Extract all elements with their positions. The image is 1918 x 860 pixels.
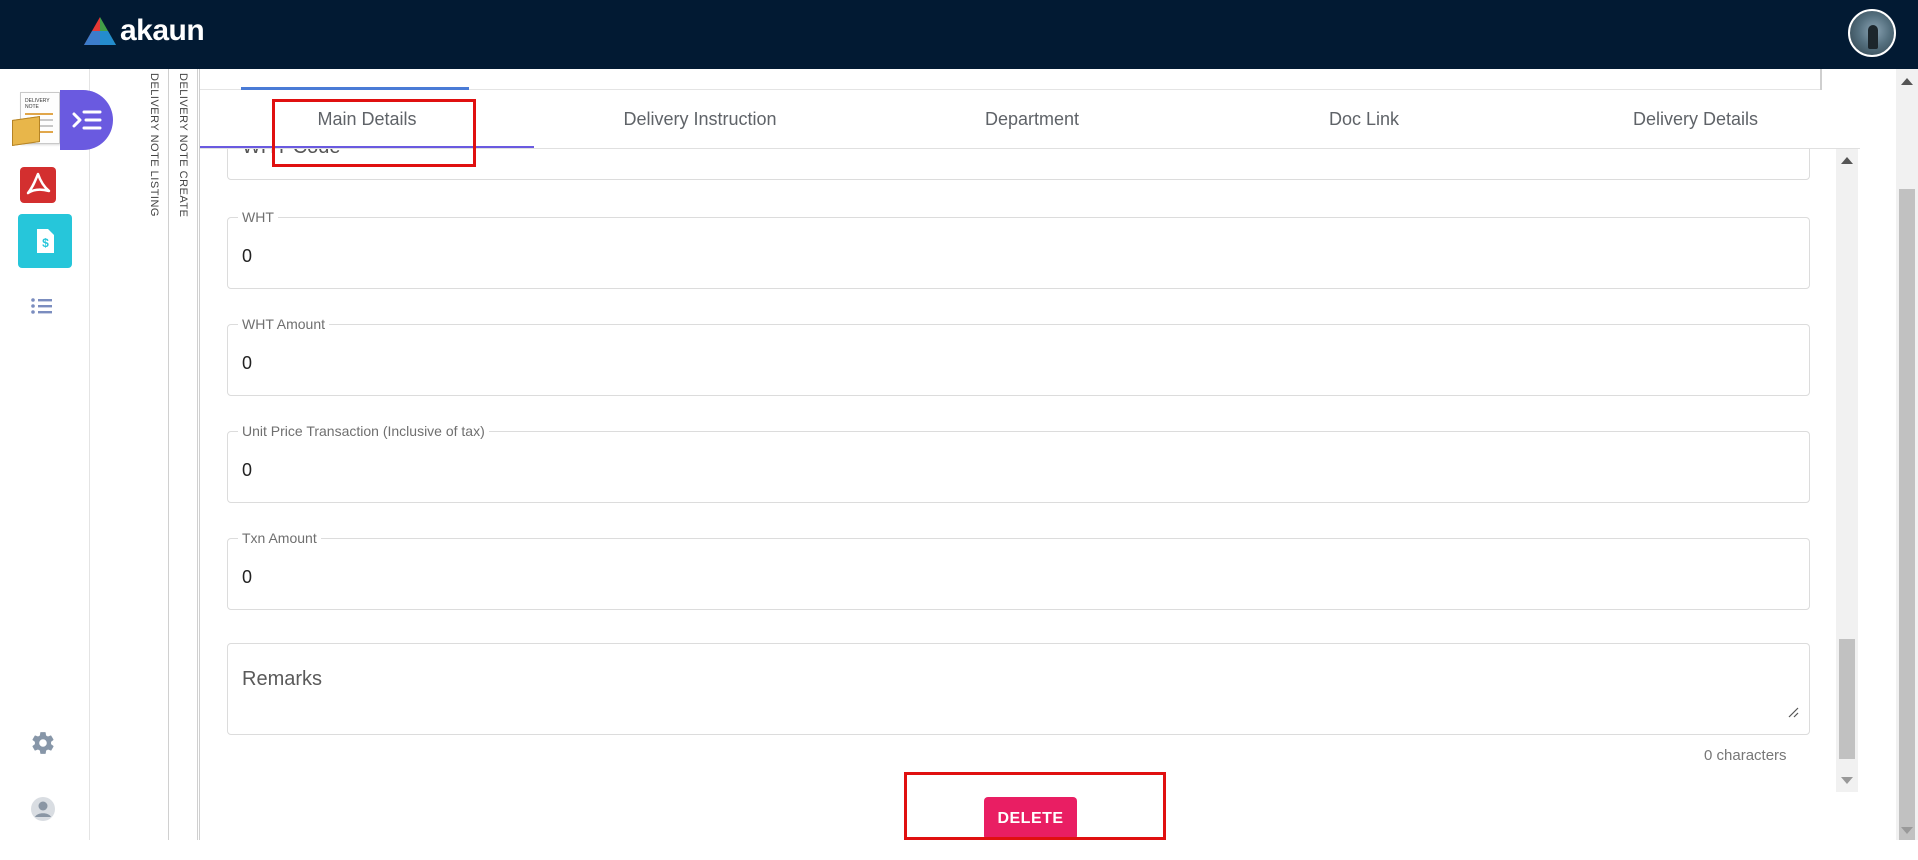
main-details-highlight-box xyxy=(272,99,476,167)
page-scrollbar-thumb[interactable] xyxy=(1899,189,1915,840)
main-panel: Main Details Delivery Instruction Depart… xyxy=(199,69,1860,840)
field-value: 0 xyxy=(242,567,253,587)
remarks-textarea[interactable]: Remarks xyxy=(227,643,1810,735)
sidenav-toggle-button[interactable] xyxy=(60,90,113,150)
field-value: 0 xyxy=(242,246,253,266)
field-value: 0 xyxy=(242,460,253,480)
tab-delivery-note-create[interactable]: DELIVERY NOTE CREATE xyxy=(170,69,198,840)
tab-doc-link[interactable]: Doc Link xyxy=(1198,90,1530,149)
pdf-app-icon[interactable] xyxy=(20,167,56,203)
list-icon[interactable] xyxy=(30,296,54,316)
top-bar: akaun xyxy=(0,0,1918,69)
tab-delivery-details[interactable]: Delivery Details xyxy=(1530,90,1861,149)
tab-label: Delivery Instruction xyxy=(623,109,777,129)
field-value: 0 xyxy=(242,353,253,373)
field-label: Unit Price Transaction (Inclusive of tax… xyxy=(238,423,489,439)
form-scrollbar-thumb[interactable] xyxy=(1839,639,1855,759)
tab-delivery-instruction[interactable]: Delivery Instruction xyxy=(534,90,866,149)
vertical-tab-label: DELIVERY NOTE LISTING xyxy=(148,73,160,217)
resize-grip-icon[interactable] xyxy=(1787,706,1799,718)
billing-app-icon[interactable]: $ xyxy=(18,214,72,268)
remarks-placeholder: Remarks xyxy=(242,668,323,690)
delete-highlight-box xyxy=(904,772,1166,840)
upper-tab-strip xyxy=(200,69,1820,90)
tab-department[interactable]: Department xyxy=(866,90,1198,149)
wht-field[interactable]: WHT 0 xyxy=(227,209,1810,289)
vertical-tab-label: DELIVERY NOTE CREATE xyxy=(177,73,189,218)
svg-text:$: $ xyxy=(42,236,49,250)
form-content: WHT Code WHT 0 WHT Amount 0 Unit Price T… xyxy=(200,149,1836,860)
dollar-document-icon: $ xyxy=(37,229,54,253)
akaun-logo-icon xyxy=(84,17,116,45)
form-scrollbar[interactable] xyxy=(1836,149,1858,792)
akaun-logo[interactable]: akaun xyxy=(84,14,205,47)
delivery-note-app-icon[interactable]: DELIVERY NOTE xyxy=(12,92,60,148)
user-account-icon[interactable] xyxy=(30,796,56,822)
settings-gear-icon[interactable] xyxy=(30,730,56,756)
tab-label: Doc Link xyxy=(1328,109,1400,129)
field-label: WHT xyxy=(238,209,278,225)
acrobat-icon xyxy=(26,172,51,195)
wht-amount-field[interactable]: WHT Amount 0 xyxy=(227,316,1810,396)
tab-label: Delivery Details xyxy=(1632,109,1759,129)
upper-strip-separator xyxy=(1820,69,1822,90)
unit-price-transaction-field[interactable]: Unit Price Transaction (Inclusive of tax… xyxy=(227,423,1810,503)
character-counter: 0 characters xyxy=(1704,747,1787,764)
field-label: WHT Amount xyxy=(238,316,329,332)
user-avatar[interactable] xyxy=(1848,9,1896,57)
tab-delivery-note-listing[interactable]: DELIVERY NOTE LISTING xyxy=(141,69,169,840)
page-scrollbar[interactable] xyxy=(1896,69,1918,840)
txn-amount-field[interactable]: Txn Amount 0 xyxy=(227,530,1810,610)
field-label: Txn Amount xyxy=(238,530,321,546)
tab-label: Department xyxy=(984,109,1080,129)
app-name: akaun xyxy=(120,14,205,47)
sidenav-toggle-icon xyxy=(72,110,101,130)
